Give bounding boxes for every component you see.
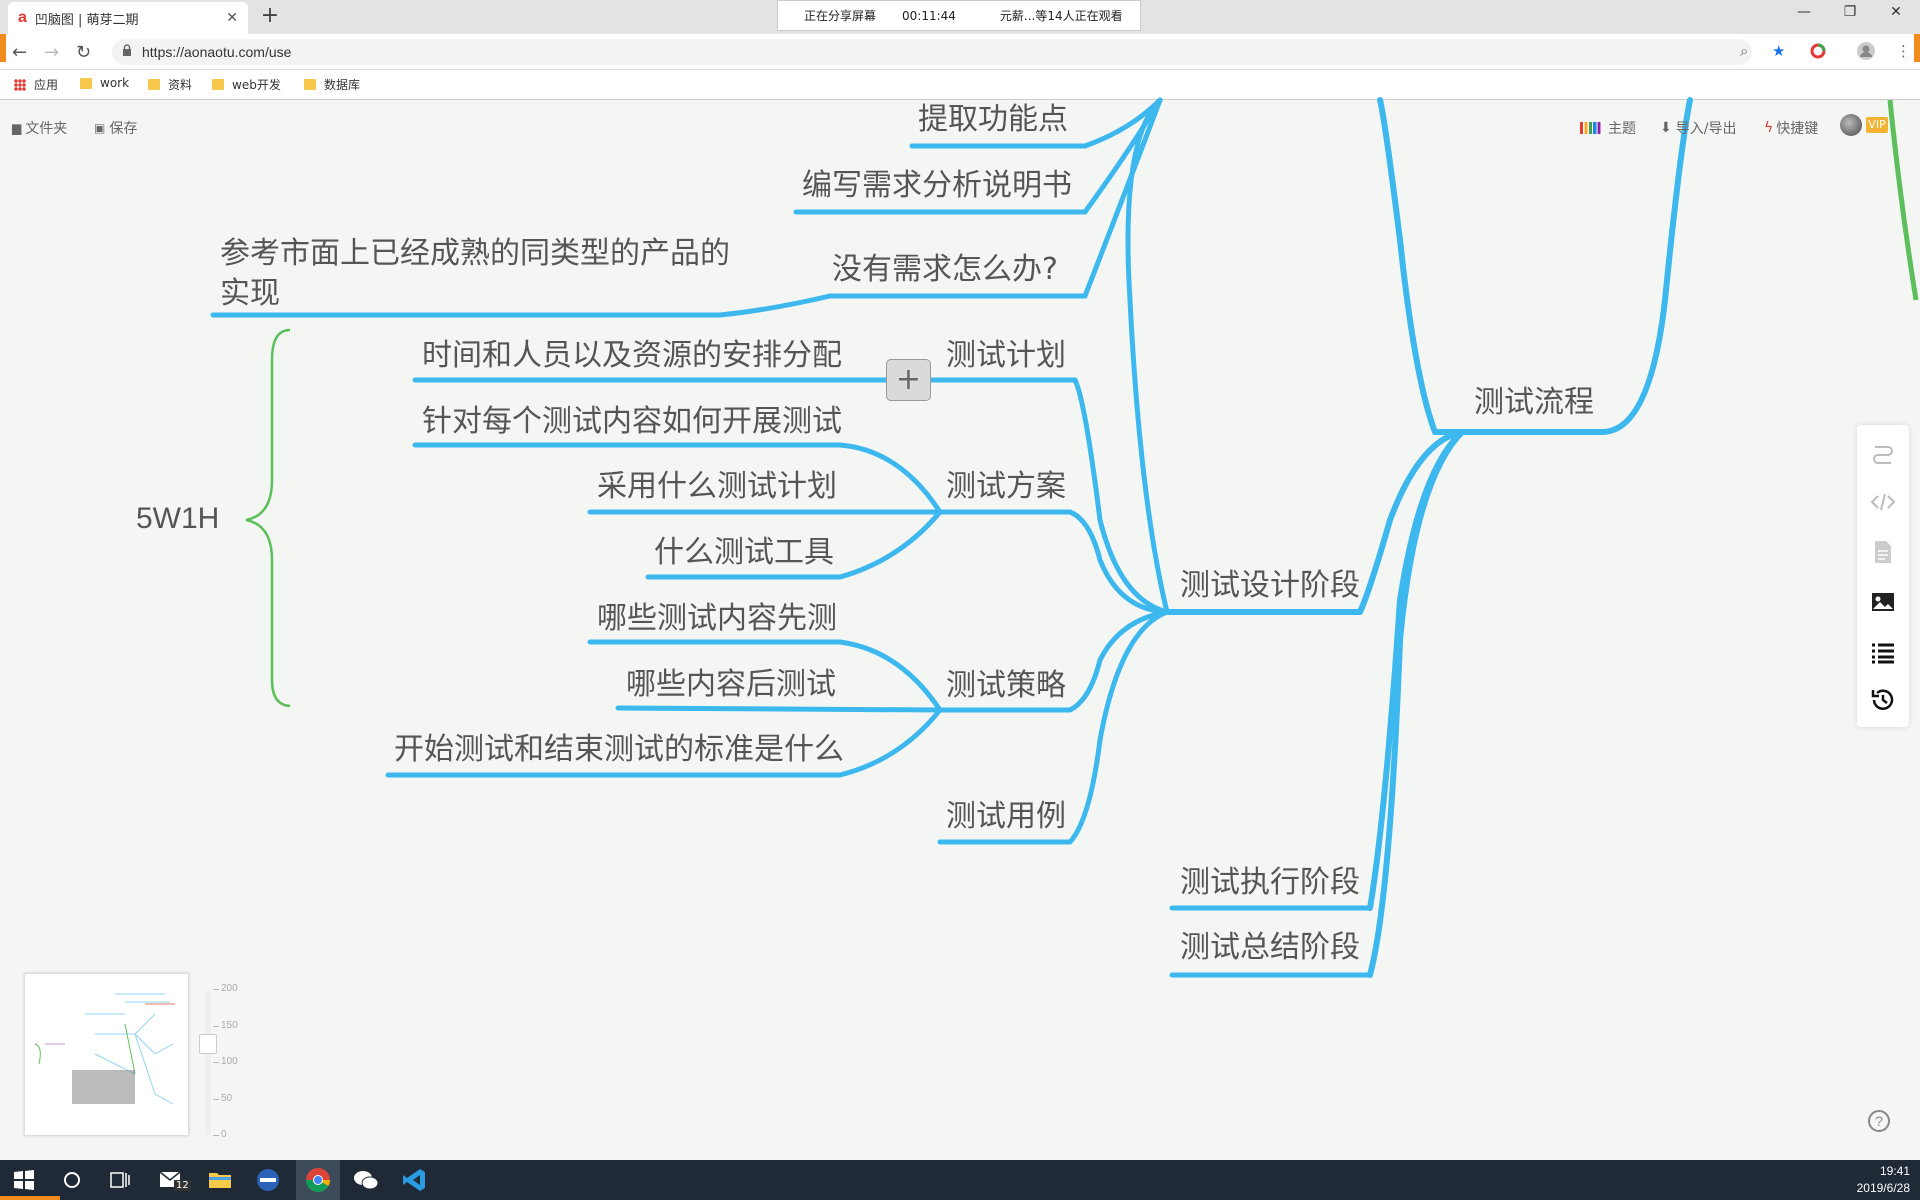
zoom-slider-track[interactable] (205, 990, 211, 1135)
import-export-label: 导入/导出 (1675, 121, 1737, 137)
theme-button[interactable]: 主题 (1580, 118, 1636, 138)
folder-icon: ▆ (12, 121, 22, 135)
node-test-summary-phase[interactable]: 测试总结阶段 (1180, 929, 1360, 967)
file-explorer-icon[interactable] (206, 1166, 234, 1194)
clock-date: 2019/6/28 (1856, 1181, 1910, 1195)
shortcuts-button[interactable]: ϟ 快捷键 (1764, 118, 1818, 138)
node-how-to-test-each[interactable]: 针对每个测试内容如何开展测试 (422, 403, 842, 441)
user-avatar[interactable] (1840, 114, 1862, 136)
node-test-first[interactable]: 哪些测试内容先测 (597, 600, 837, 638)
zoom-slider-handle[interactable] (199, 1034, 217, 1054)
help-icon[interactable]: ? (1868, 1110, 1890, 1132)
windows-taskbar: 12 19:41 2019/6/28 (0, 1160, 1920, 1200)
theme-icon (1580, 122, 1602, 134)
node-extract-features[interactable]: 提取功能点 (918, 101, 1068, 139)
side-tool-panel (1857, 425, 1909, 727)
node-reference-mature-products[interactable]: 参考市面上已经成熟的同类型的产品的实现 (220, 234, 740, 314)
share-border-bottom (0, 1196, 60, 1200)
note-icon[interactable] (1870, 539, 1896, 565)
folder-button[interactable]: ▆ 文件夹 (12, 118, 67, 138)
save-label: 保存 (109, 121, 138, 137)
meeting-app-icon[interactable] (254, 1166, 282, 1194)
vip-badge: VIP (1866, 117, 1888, 133)
node-test-strategy[interactable]: 测试策略 (946, 667, 1066, 705)
node-test-cases[interactable]: 测试用例 (946, 798, 1066, 836)
add-node-button[interactable]: + (886, 359, 931, 401)
shortcuts-label: 快捷键 (1776, 121, 1819, 137)
mail-badge: 12 (174, 1180, 191, 1191)
node-test-later[interactable]: 哪些内容后测试 (626, 666, 836, 704)
history-icon[interactable] (1870, 687, 1896, 713)
node-write-requirements-doc[interactable]: 编写需求分析说明书 (802, 167, 1072, 205)
folder-label: 文件夹 (25, 121, 68, 137)
zoom-tick: 50 (212, 1093, 233, 1104)
zoom-tick: 150 (213, 1020, 238, 1031)
minimap-viewport[interactable] (72, 1070, 135, 1104)
import-export-button[interactable]: ⬇ 导入/导出 (1660, 118, 1736, 138)
clock-time: 19:41 (1879, 1164, 1910, 1178)
relation-icon[interactable] (1870, 439, 1896, 465)
node-which-test-tool[interactable]: 什么测试工具 (654, 534, 834, 572)
list-icon[interactable] (1870, 639, 1896, 665)
zoom-tick: 100 (213, 1056, 238, 1067)
task-view-icon[interactable] (106, 1166, 134, 1194)
node-start-end-criteria[interactable]: 开始测试和结束测试的标准是什么 (394, 731, 844, 769)
summary-5w1h[interactable]: 5W1H (136, 500, 219, 538)
code-icon[interactable] (1870, 489, 1896, 515)
node-test-process[interactable]: 测试流程 (1474, 384, 1594, 422)
node-which-test-plan[interactable]: 采用什么测试计划 (597, 468, 837, 506)
save-button[interactable]: ▣ 保存 (94, 118, 137, 138)
node-test-execution-phase[interactable]: 测试执行阶段 (1180, 864, 1360, 902)
windows-start-icon[interactable] (10, 1166, 38, 1194)
search-icon[interactable] (58, 1166, 86, 1194)
minimap[interactable] (24, 973, 189, 1136)
node-no-requirements[interactable]: 没有需求怎么办? (832, 251, 1058, 289)
vscode-icon[interactable] (400, 1166, 428, 1194)
minimap-preview (34, 993, 175, 1105)
zoom-tick: 0 (213, 1129, 227, 1140)
zoom-tick: 200 (213, 983, 238, 994)
lightning-icon: ϟ (1764, 120, 1774, 136)
wechat-icon[interactable] (352, 1166, 380, 1194)
taskbar-clock[interactable]: 19:41 2019/6/28 (1857, 1163, 1910, 1197)
node-test-scheme[interactable]: 测试方案 (946, 468, 1066, 506)
save-icon: ▣ (94, 121, 106, 135)
download-icon: ⬇ (1660, 120, 1672, 136)
image-icon[interactable] (1870, 589, 1896, 615)
theme-label: 主题 (1608, 121, 1636, 137)
node-test-design-phase[interactable]: 测试设计阶段 (1180, 567, 1360, 605)
chrome-icon (306, 1168, 330, 1193)
chrome-taskbar-item[interactable] (296, 1160, 340, 1200)
node-test-plan[interactable]: 测试计划 (946, 337, 1066, 375)
node-time-people-resources[interactable]: 时间和人员以及资源的安排分配 (422, 337, 842, 375)
